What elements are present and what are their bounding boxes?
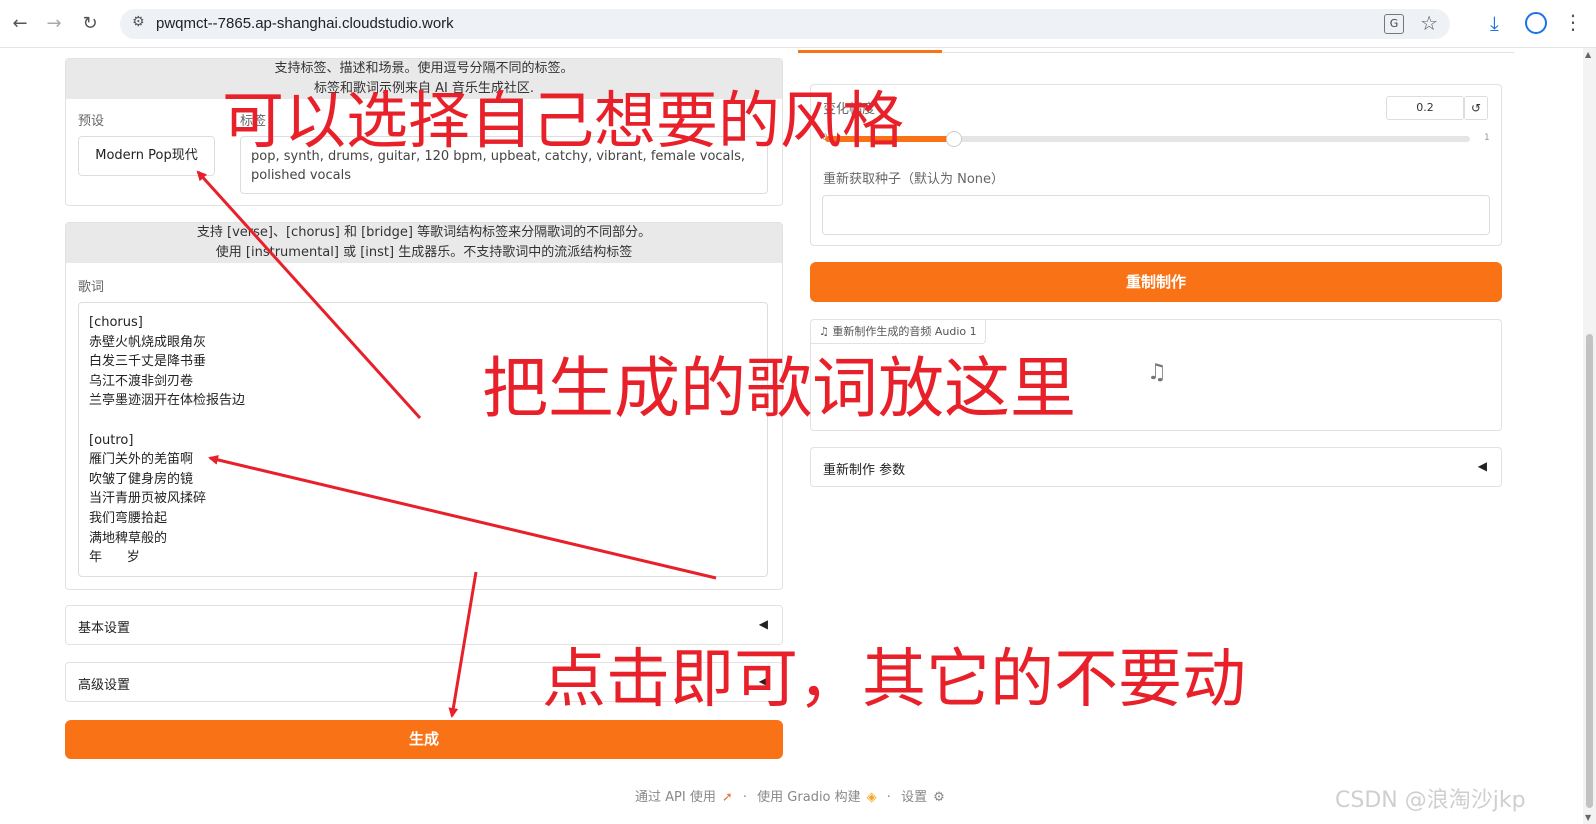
basic-settings-label: 基本设置	[78, 621, 131, 636]
tags-info-line1: 支持标签、描述和场景。使用逗号分隔不同的标签。	[274, 61, 574, 76]
slider-max: 1	[1484, 133, 1490, 143]
preset-dropdown[interactable]: Modern Pop现代	[78, 136, 215, 176]
footer-settings-link[interactable]: 设置	[901, 790, 927, 805]
address-bar[interactable]: ⚙ pwqmct--7865.ap-shanghai.cloudstudio.w…	[120, 9, 1450, 39]
lyrics-line: 当汗青册页被风揉碎	[89, 491, 207, 507]
lyrics-line: 满地稗草般的	[89, 530, 168, 546]
csdn-watermark: CSDN @浪淘沙jkp	[1335, 788, 1526, 813]
footer-gradio-link[interactable]: 使用 Gradio 构建	[757, 790, 860, 805]
generate-button[interactable]: 生成	[65, 720, 783, 759]
remake-params-accordion[interactable]: 重新制作 参数 ◀	[810, 447, 1502, 487]
preset-label: 预设	[78, 114, 105, 129]
audio-label-tag: ♫ 重新制作生成的音频 Audio 1	[811, 320, 986, 344]
slider-number-input[interactable]: 0.2	[1386, 96, 1464, 120]
lyrics-line: 年 岁	[89, 550, 140, 566]
reset-icon[interactable]: ↺	[1464, 96, 1488, 120]
active-tab-indicator	[798, 50, 942, 53]
lyrics-info-line1: 支持 [verse]、[chorus] 和 [bridge] 等歌词结构标签来分…	[196, 225, 652, 240]
lyrics-line: 我们弯腰拾起	[89, 510, 168, 526]
reload-icon[interactable]: ↻	[78, 12, 102, 36]
footer-api-link[interactable]: 通过 API 使用	[635, 790, 716, 805]
collapse-arrow-icon: ◀	[758, 617, 768, 631]
lyrics-textarea[interactable]: [chorus] 赤壁火帆烧成眼角灰 白发三千丈是降书垂 乌江不渡非剑刃卷 兰亭墨迹洇开…	[78, 302, 768, 577]
music-note-icon: ♫	[819, 325, 829, 338]
lyrics-label: 歌词	[78, 280, 105, 295]
lyrics-line: [chorus]	[89, 315, 143, 330]
annotation-style: 可以选择自己想要的风格	[222, 84, 905, 157]
advanced-settings-label: 高级设置	[78, 678, 131, 693]
account-icon[interactable]	[1525, 12, 1547, 34]
annotation-lyrics: 把生成的歌词放这里	[482, 350, 1076, 427]
lyrics-line: 雁门关外的羌笛啊	[89, 452, 194, 468]
annotation-click: 点击即可，其它的不要动	[542, 643, 1246, 717]
audio-placeholder-icon: ♫	[1147, 360, 1167, 385]
back-arrow-icon[interactable]: ←	[8, 12, 32, 36]
audio-label: 重新制作生成的音频 Audio 1	[832, 325, 977, 338]
remake-button[interactable]: 重制制作	[810, 262, 1502, 302]
scrollbar-thumb[interactable]	[1586, 334, 1593, 808]
lyrics-info-line2: 使用 [instrumental] 或 [inst] 生成器乐。不支持歌词中的流…	[215, 245, 633, 260]
url-text[interactable]: pwqmct--7865.ap-shanghai.cloudstudio.wor…	[156, 15, 454, 32]
scroll-down-icon[interactable]: ▼	[1585, 813, 1591, 822]
collapse-arrow-icon: ◀	[1477, 459, 1487, 473]
rocket-icon: ➚	[721, 790, 733, 805]
page-scrollbar[interactable]: ▲ ▼	[1583, 48, 1596, 824]
footer: 通过 API 使用 ➚ · 使用 Gradio 构建 ◈ · 设置 ⚙	[632, 786, 948, 805]
seed-label: 重新获取种子（默认为 None）	[823, 172, 1005, 187]
variance-slider[interactable]	[825, 131, 1470, 147]
gradio-logo-icon: ◈	[866, 790, 877, 805]
site-settings-icon[interactable]: ⚙	[132, 14, 145, 30]
lyrics-info-bar: 支持 [verse]、[chorus] 和 [bridge] 等歌词结构标签来分…	[66, 223, 782, 263]
seed-input[interactable]	[822, 195, 1490, 235]
basic-settings-accordion[interactable]: 基本设置 ◀	[65, 605, 783, 645]
forward-arrow-icon[interactable]: →	[42, 12, 66, 36]
slider-thumb[interactable]	[946, 131, 962, 147]
remake-params-label: 重新制作 参数	[823, 463, 906, 478]
lyrics-line: 吹皱了健身房的镜	[89, 471, 194, 487]
browser-toolbar: ← → ↻ ⚙ pwqmct--7865.ap-shanghai.cloudst…	[0, 0, 1596, 48]
gear-icon: ⚙	[933, 790, 945, 805]
bookmark-star-icon[interactable]: ☆	[1420, 11, 1438, 35]
translate-icon[interactable]: G	[1384, 14, 1404, 34]
more-menu-icon[interactable]: ⋮	[1563, 10, 1583, 34]
scroll-up-icon[interactable]: ▲	[1585, 50, 1591, 59]
footer-dot: ·	[742, 790, 748, 805]
download-icon[interactable]: ⤓	[1490, 11, 1499, 35]
lyrics-line: [outro]	[89, 432, 134, 448]
footer-dot: ·	[886, 790, 891, 805]
